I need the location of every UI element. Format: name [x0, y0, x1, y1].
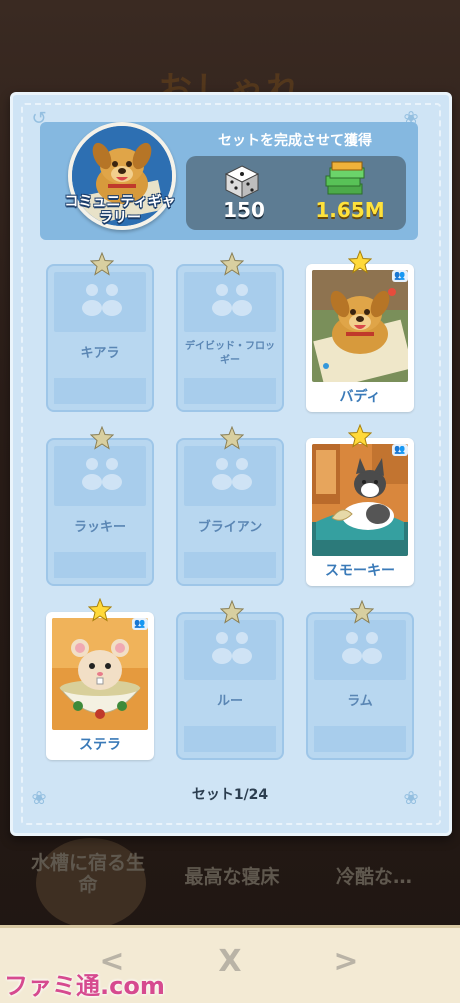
- background-label: 水槽に宿る生命: [30, 852, 145, 896]
- people-placeholder-icon: [212, 632, 252, 664]
- card-name: ラム: [347, 694, 373, 709]
- slot-footer: [184, 378, 276, 404]
- star-rating-icon: [220, 252, 244, 276]
- slot-footer: [314, 726, 406, 752]
- slot-footer: [184, 726, 276, 752]
- people-placeholder-icon: [82, 458, 122, 490]
- slot-footer: [184, 552, 276, 578]
- card-name: キアラ: [80, 346, 120, 361]
- star-rating-icon: [90, 426, 114, 450]
- star-rating-icon: [348, 424, 372, 448]
- people-placeholder-icon: [342, 632, 382, 664]
- money-reward-value: 1.65M: [315, 198, 385, 222]
- hamster-art: [52, 618, 148, 730]
- card-slot-smokey[interactable]: 👥 スモーキー: [306, 424, 414, 586]
- slot-footer: [54, 552, 146, 578]
- star-rating-icon: [350, 600, 374, 624]
- card-name: デイビッド・フロッギー: [185, 341, 275, 366]
- card-slot-lou[interactable]: ルー: [176, 600, 284, 760]
- card-slot-buddy[interactable]: 👥 バディ: [306, 250, 414, 412]
- next-set-button[interactable]: >: [326, 944, 366, 979]
- dice-icon: [224, 165, 260, 199]
- people-placeholder-icon: [212, 458, 252, 490]
- cat-art: [312, 444, 408, 556]
- background-label: 最高な寝床: [184, 866, 280, 888]
- set-name-label: コミュニティギャラリー: [64, 194, 176, 226]
- card-slot-stella[interactable]: 👥 ステラ: [46, 598, 154, 760]
- money-stack-icon: [325, 161, 365, 195]
- background-label: 冷酷な…: [335, 866, 412, 888]
- owned-badge-icon: 👥: [132, 618, 148, 630]
- owned-badge-icon: 👥: [392, 444, 408, 456]
- card-name: ラッキー: [73, 520, 126, 535]
- star-rating-icon: [348, 250, 372, 274]
- people-placeholder-icon: [212, 284, 252, 316]
- card-name: ルー: [216, 694, 243, 709]
- set-reward-title: セットを完成させて獲得: [218, 133, 372, 149]
- set-progress-label: セット1/24: [191, 787, 269, 803]
- star-rating-icon: [88, 598, 112, 622]
- star-rating-icon: [220, 600, 244, 624]
- set-reward-header: セットを完成させて獲得 150 1.65M コミュニティギャラリー: [40, 122, 418, 240]
- card-name: バディ: [339, 389, 381, 405]
- slot-footer: [54, 378, 146, 404]
- watermark-logo: ファミ通.com: [4, 972, 165, 1000]
- bottom-navigation: < X > ファミ通.com: [0, 925, 460, 1003]
- dog-art: [312, 270, 408, 382]
- dice-reward-value: 150: [223, 198, 265, 222]
- star-rating-icon: [90, 252, 114, 276]
- card-name: ブライアン: [197, 520, 263, 535]
- card-slot-lamb[interactable]: ラム: [306, 600, 414, 760]
- people-placeholder-icon: [82, 284, 122, 316]
- card-name: ステラ: [79, 737, 121, 753]
- card-name: スモーキー: [325, 563, 395, 579]
- background-row: 水槽に宿る生命 最高な寝床 冷酷な…: [0, 838, 460, 928]
- star-rating-icon: [220, 426, 244, 450]
- close-button[interactable]: X: [210, 944, 250, 979]
- reward-box: 150 1.65M: [186, 156, 406, 230]
- card-slot-brian[interactable]: ブライアン: [176, 426, 284, 586]
- card-slot-lucky[interactable]: ラッキー: [46, 426, 154, 586]
- card-slot-david-froggy[interactable]: デイビッド・フロッギー: [176, 252, 284, 412]
- owned-badge-icon: 👥: [392, 270, 408, 282]
- card-slot-kiara[interactable]: キアラ: [46, 252, 154, 412]
